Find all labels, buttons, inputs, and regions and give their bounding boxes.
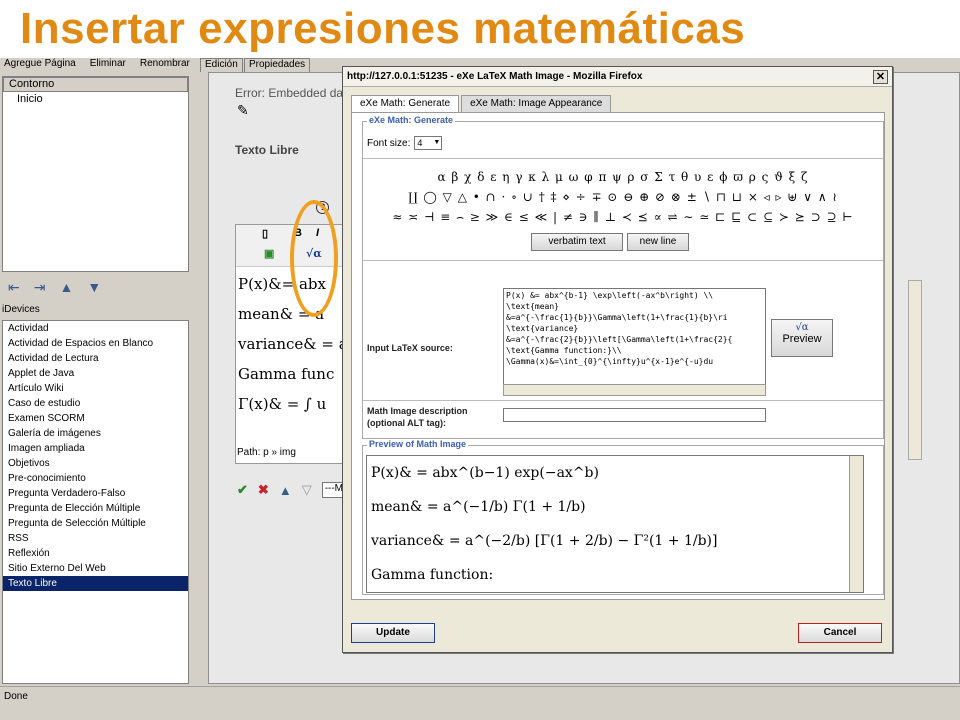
move-down-icon[interactable]: ▽ (302, 482, 312, 498)
move-up-icon[interactable]: ▲ (59, 279, 73, 295)
new-line-button[interactable]: new line (627, 233, 689, 251)
outline-node-inicio[interactable]: Inicio (3, 92, 188, 107)
page-scrollbar[interactable] (908, 280, 922, 460)
tab-generate[interactable]: eXe Math: Generate (351, 95, 460, 113)
operator-symbols-row[interactable]: ∐ ◯ ▽ △ • ∩ · ∘ ∪ † ‡ ⋄ ÷ ∓ ⊙ ⊖ ⊕ ⊘ ⊗ ± … (363, 190, 883, 204)
add-page-button[interactable]: Agregue Página (2, 58, 78, 72)
font-size-label: Font size: (367, 137, 411, 149)
alt-description-input[interactable] (503, 408, 766, 422)
texto-libre-label: Texto Libre (235, 143, 299, 157)
idevice-item[interactable]: Pregunta de Elección Múltiple (3, 501, 188, 516)
divider (363, 400, 883, 401)
demote-icon[interactable]: ⇥ (34, 279, 46, 296)
preview-line: ∞ (367, 592, 863, 593)
preview-line: variance& = a^(−2/b) [Γ(1 + 2/b) − Γ²(1 … (371, 533, 718, 549)
idevice-item[interactable]: Applet de Java (3, 366, 188, 381)
outline-panel: Agregue Página Eliminar Renombrar Contor… (0, 58, 192, 273)
relation-symbols-row[interactable]: ≈ ≍ ⊣ ≡ ⌢ ≥ ≫ ∈ ≤ ≪ | ≠ ∋ ∥ ⊥ ≺ ⪯ ∝ ⇌ ∼ … (363, 210, 883, 225)
status-bar: Done (0, 686, 960, 706)
alt-label-2: (optional ALT tag): (367, 418, 446, 428)
idevice-item[interactable]: Actividad de Lectura (3, 351, 188, 366)
idevice-item[interactable]: Reflexión (3, 546, 188, 561)
idevice-item[interactable]: Imagen ampliada (3, 441, 188, 456)
idevice-item[interactable]: Sitio Externo Del Web (3, 561, 188, 576)
slide-title: Insertar expresiones matemáticas (20, 4, 746, 53)
idevice-item[interactable]: Pregunta de Selección Múltiple (3, 516, 188, 531)
latex-source-label: Input LaTeX source: (367, 343, 453, 353)
preview-button-label: Preview (782, 333, 822, 345)
font-size-select[interactable]: 4 (414, 136, 443, 150)
dialog-title: http://127.0.0.1:51235 - eXe LaTeX Math … (347, 71, 643, 82)
math-preview: P(x)& = abx^(b−1) exp(−ax^b) mean& = a^(… (366, 455, 864, 593)
rename-page-button[interactable]: Renombrar (138, 58, 192, 72)
preview-legend: Preview of Math Image (367, 439, 469, 449)
font-size-row: Font size: 4 (367, 136, 443, 150)
idevice-item[interactable]: Examen SCORM (3, 411, 188, 426)
editor-path: Path: p » img (237, 447, 296, 458)
math-button-highlight (290, 200, 338, 317)
delete-icon[interactable]: ✖ (258, 482, 269, 498)
idevice-item-selected[interactable]: Texto Libre (3, 576, 188, 591)
editor-line: Gamma func (238, 365, 335, 383)
tab-propiedades[interactable]: Propiedades (244, 58, 311, 72)
outline-tree: Contorno Inicio (2, 76, 189, 272)
divider (363, 158, 883, 159)
move-down-icon[interactable]: ▼ (87, 279, 101, 295)
idevice-item[interactable]: Actividad de Espacios en Blanco (3, 336, 188, 351)
idevice-item[interactable]: Objetivos (3, 456, 188, 471)
idevice-item[interactable]: Pre-conocimiento (3, 471, 188, 486)
new-doc-icon[interactable]: ▯ (262, 227, 268, 240)
outline-header: Contorno (3, 77, 188, 92)
math-icon: √α (795, 322, 809, 333)
promote-icon[interactable]: ⇤ (8, 279, 20, 296)
preview-line: mean& = a^(−1/b) Γ(1 + 1/b) (371, 499, 586, 515)
latex-math-dialog: http://127.0.0.1:51235 - eXe LaTeX Math … (342, 66, 893, 653)
latex-source-textarea[interactable]: P(x) &= abx^{b-1} \exp\left(-ax^b\right)… (503, 288, 766, 394)
idevice-item[interactable]: Actividad (3, 321, 188, 336)
outline-toolbar: Agregue Página Eliminar Renombrar (2, 58, 192, 72)
idevice-item[interactable]: Pregunta Verdadero-Falso (3, 486, 188, 501)
dialog-title-bar: http://127.0.0.1:51235 - eXe LaTeX Math … (343, 67, 892, 87)
divider (363, 260, 883, 261)
idevices-list: Actividad Actividad de Espacios en Blanc… (2, 320, 189, 684)
idevices-label: iDevices (2, 304, 40, 315)
move-up-icon[interactable]: ▲ (279, 483, 292, 498)
generate-fieldset: eXe Math: Generate Font size: 4 α β χ δ … (362, 115, 884, 439)
idevice-actions: ✔ ✖ ▲ ▽ ---M (237, 482, 352, 498)
preview-line: P(x)& = abx^(b−1) exp(−ax^b) (371, 465, 599, 481)
tab-edicion[interactable]: Edición (200, 58, 243, 72)
error-text: Error: Embedded da (235, 86, 344, 100)
preview-line: Gamma function: (371, 567, 494, 583)
editor-line: variance& = a (238, 335, 345, 353)
preview-button[interactable]: √α Preview (771, 319, 833, 357)
update-button[interactable]: Update (351, 623, 435, 643)
greek-symbols-row[interactable]: α β χ δ ε η γ κ λ μ ω φ π ψ ρ σ Σ τ θ υ … (363, 170, 883, 184)
idevice-item[interactable]: Artículo Wiki (3, 381, 188, 396)
dialog-tabs: eXe Math: Generate eXe Math: Image Appea… (351, 95, 613, 113)
done-icon[interactable]: ✔ (237, 482, 248, 498)
alt-label-1: Math Image description (367, 406, 468, 416)
idevice-item[interactable]: Galería de imágenes (3, 426, 188, 441)
pencil-icon[interactable]: ✎ (237, 102, 249, 119)
image-icon[interactable]: ▣ (264, 247, 274, 260)
verbatim-text-button[interactable]: verbatim text (531, 233, 623, 251)
tab-image-appearance[interactable]: eXe Math: Image Appearance (461, 95, 612, 112)
latex-hscrollbar[interactable] (503, 384, 766, 396)
cancel-button[interactable]: Cancel (798, 623, 882, 643)
delete-page-button[interactable]: Eliminar (88, 58, 128, 72)
close-icon[interactable]: ✕ (873, 70, 888, 84)
editor-line: Γ(x)& = ∫ u (238, 395, 327, 413)
outline-arrows: ⇤ ⇥ ▲ ▼ (0, 276, 192, 298)
idevice-item[interactable]: RSS (3, 531, 188, 546)
idevice-item[interactable]: Caso de estudio (3, 396, 188, 411)
preview-scrollbar[interactable] (849, 456, 863, 592)
generate-legend: eXe Math: Generate (367, 115, 456, 125)
generate-panel: eXe Math: Generate Font size: 4 α β χ δ … (351, 112, 885, 600)
